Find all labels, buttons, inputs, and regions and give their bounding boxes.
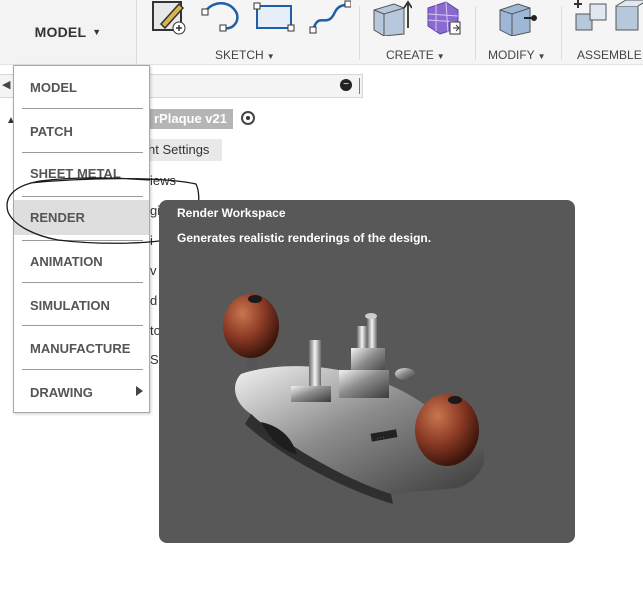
arc-icon[interactable] bbox=[201, 0, 243, 36]
create-group: CREATE ▼ bbox=[360, 0, 475, 64]
tree-row-label: nt Settings bbox=[148, 142, 210, 157]
modify-label[interactable]: MODIFY ▼ bbox=[488, 48, 546, 62]
spline-icon[interactable] bbox=[309, 0, 351, 36]
sketch-label[interactable]: SKETCH ▼ bbox=[215, 48, 275, 62]
tree-row-label: d bbox=[150, 293, 158, 308]
rectangle-icon[interactable] bbox=[253, 0, 295, 36]
panel-divider bbox=[359, 78, 360, 94]
tooltip-description: Generates realistic renderings of the de… bbox=[177, 231, 432, 245]
workspace-tooltip: Render Workspace Generates realistic ren… bbox=[159, 200, 575, 543]
chevron-down-icon: ▼ bbox=[92, 27, 102, 37]
workspace-menu: MODEL PATCH SHEET METAL RENDER ANIMATION… bbox=[13, 65, 150, 413]
create-sketch-icon[interactable] bbox=[149, 0, 189, 36]
collapse-browser-icon[interactable]: − bbox=[340, 79, 352, 91]
press-pull-icon[interactable] bbox=[496, 0, 540, 36]
collapse-left-icon[interactable]: ◀ bbox=[2, 78, 10, 91]
joint-icon[interactable] bbox=[612, 0, 643, 36]
menu-item-model[interactable]: MODEL bbox=[14, 72, 149, 102]
assemble-label[interactable]: ASSEMBLE bbox=[577, 48, 642, 62]
menu-item-manufacture[interactable]: MANUFACTURE bbox=[14, 333, 149, 363]
create-label[interactable]: CREATE ▼ bbox=[386, 48, 445, 62]
menu-item-simulation[interactable]: SIMULATION bbox=[14, 290, 149, 320]
assemble-group: ASSEMBLE bbox=[562, 0, 643, 64]
router-plane-render-image: · · · bbox=[223, 294, 485, 504]
modify-group: MODIFY ▼ bbox=[476, 0, 560, 64]
tree-row-label: v bbox=[150, 263, 157, 278]
tree-row-label: iews bbox=[150, 173, 177, 188]
document-title[interactable]: rPlaque v21 bbox=[148, 109, 233, 129]
menu-item-patch[interactable]: PATCH bbox=[14, 116, 149, 146]
tree-row-label: i bbox=[150, 233, 153, 248]
menu-item-render[interactable]: RENDER bbox=[14, 200, 149, 235]
new-component-icon[interactable] bbox=[570, 0, 614, 36]
menu-item-sheet-metal[interactable]: SHEET METAL bbox=[14, 158, 149, 188]
menu-item-drawing[interactable]: DRAWING bbox=[14, 377, 149, 407]
active-document-radio-icon[interactable] bbox=[241, 111, 255, 125]
form-icon[interactable] bbox=[422, 0, 464, 36]
workspace-switcher-button[interactable]: MODEL ▼ bbox=[0, 0, 137, 64]
tooltip-title: Render Workspace bbox=[177, 206, 286, 220]
menu-item-animation[interactable]: ANIMATION bbox=[14, 246, 149, 276]
submenu-arrow-icon bbox=[136, 386, 143, 396]
sketch-group: SKETCH ▼ bbox=[137, 0, 357, 64]
extrude-icon[interactable] bbox=[370, 0, 412, 36]
workspace-label: MODEL bbox=[34, 24, 87, 40]
toolbar: MODEL ▼ SKETCH ▼ CREATE ▼ MODIFY ▼ ASSEM… bbox=[0, 0, 643, 65]
tree-row-label: S bbox=[150, 352, 159, 367]
